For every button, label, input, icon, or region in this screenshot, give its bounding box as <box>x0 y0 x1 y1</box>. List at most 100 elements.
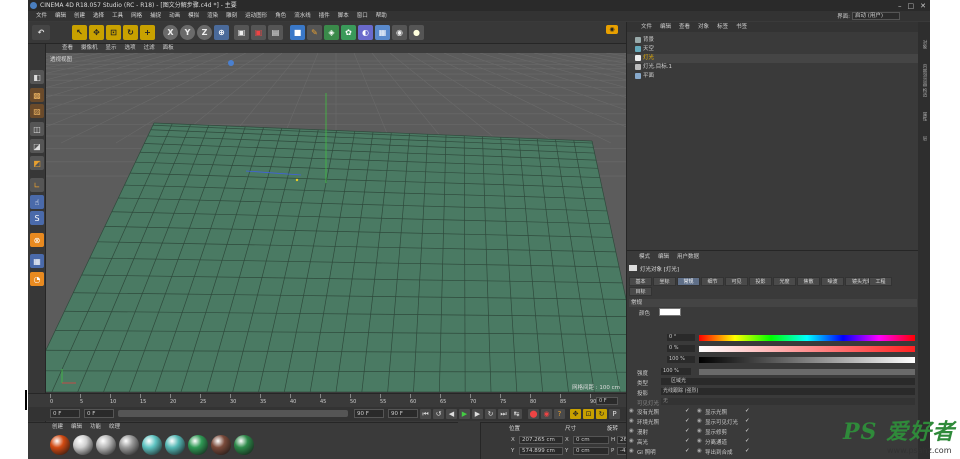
attr-tab-10[interactable]: 工程 <box>869 277 892 286</box>
lock-workplane-icon[interactable]: ⊗ <box>30 233 44 247</box>
material-ball[interactable] <box>211 435 231 455</box>
v-value[interactable]: 100 % <box>667 356 695 363</box>
material-ball[interactable] <box>119 435 139 455</box>
viewport-menu-item[interactable]: 面板 <box>159 44 178 53</box>
key-position-icon[interactable]: ✥ <box>570 409 581 419</box>
menu-item-0[interactable]: 文件 <box>32 11 51 21</box>
make-editable-icon[interactable]: ◧ <box>30 70 44 84</box>
y-axis-icon[interactable]: Y <box>180 25 195 40</box>
size-value[interactable]: 0 cm <box>573 447 609 455</box>
timeline[interactable]: 0 5 10 15 20 25 30 35 40 45 50 55 60 65 70 75 80 85 90 0 F <box>28 393 626 407</box>
menu-item-13[interactable]: 流水线 <box>290 11 315 21</box>
camera-icon[interactable]: ◉ <box>392 25 407 40</box>
deformer-icon[interactable]: ◐ <box>358 25 373 40</box>
prev-key-icon[interactable]: ↺ <box>433 409 444 419</box>
menu-item-17[interactable]: 帮助 <box>372 11 391 21</box>
add-icon[interactable]: + <box>140 25 155 40</box>
polygons-icon[interactable]: ◩ <box>30 156 44 170</box>
menu-item-8[interactable]: 模拟 <box>184 11 203 21</box>
object-row[interactable]: 灯光 <box>627 54 919 63</box>
object-menu-item[interactable]: 标签 <box>713 22 732 32</box>
x-axis-icon[interactable]: X <box>163 25 178 40</box>
menu-item-12[interactable]: 角色 <box>271 11 290 21</box>
menu-item-2[interactable]: 创建 <box>70 11 89 21</box>
attr-tab-0[interactable]: 基本 <box>629 277 652 286</box>
menu-item-15[interactable]: 脚本 <box>334 11 353 21</box>
snap-icon[interactable]: S <box>30 211 44 225</box>
solo-icon[interactable]: ◔ <box>30 272 44 286</box>
pen-icon[interactable]: ✎ <box>307 25 322 40</box>
start-frame-field[interactable]: 0 F <box>50 409 80 418</box>
menu-item-16[interactable]: 窗口 <box>353 11 372 21</box>
material-menu-item[interactable]: 纹理 <box>105 423 124 432</box>
next-frame-icon[interactable]: ▶ <box>472 409 483 419</box>
material-ball[interactable] <box>50 435 70 455</box>
option-check-right[interactable]: ✓ <box>745 418 750 424</box>
object-row[interactable]: 灯光.目标.1 <box>627 63 919 72</box>
prev-frame-icon[interactable]: ◀ <box>446 409 457 419</box>
option-check-right[interactable]: ✓ <box>745 408 750 414</box>
menu-item-11[interactable]: 运动图形 <box>241 11 271 21</box>
option-check-left[interactable]: ✓ <box>685 428 690 434</box>
object-menu-item[interactable]: 书签 <box>732 22 751 32</box>
auto-key-icon[interactable]: ◉ <box>541 409 552 419</box>
position-value[interactable]: 574.899 cm <box>519 447 563 455</box>
side-tab-0[interactable]: 对象 <box>920 40 928 49</box>
position-value[interactable]: 207.265 cm <box>519 436 563 444</box>
option-check-right[interactable]: ✓ <box>745 428 750 434</box>
menu-item-10[interactable]: 雕刻 <box>222 11 241 21</box>
material-menu-item[interactable]: 编辑 <box>67 423 86 432</box>
value-slider[interactable] <box>699 357 915 363</box>
object-row[interactable]: 天空 <box>627 45 919 54</box>
rotate-icon[interactable]: ↻ <box>123 25 138 40</box>
attribute-menu-item[interactable]: 用户数据 <box>673 253 703 262</box>
object-menu-item[interactable]: 文件 <box>637 22 656 32</box>
attr-tab-3[interactable]: 细节 <box>701 277 724 286</box>
current-frame-field[interactable]: 0 F <box>84 409 114 418</box>
material-ball[interactable] <box>234 435 254 455</box>
goto-end-icon[interactable]: ⏭ <box>498 409 509 419</box>
attr-tab-2[interactable]: 常规 <box>677 277 700 286</box>
material-ball[interactable] <box>96 435 116 455</box>
preview-end-field[interactable]: 90 F <box>388 409 418 418</box>
end-frame-field[interactable]: 90 F <box>354 409 384 418</box>
viewport-menu-item[interactable]: 查看 <box>58 44 77 53</box>
layout-icon[interactable]: ◉ <box>606 25 618 34</box>
interface-dropdown[interactable]: 启动 (用户) <box>852 12 900 20</box>
key-rotation-icon[interactable]: ↻ <box>596 409 607 419</box>
material-ball[interactable] <box>142 435 162 455</box>
menu-item-1[interactable]: 编辑 <box>51 11 70 21</box>
render-picture-icon[interactable]: ▣ <box>251 25 266 40</box>
menu-item-9[interactable]: 渲染 <box>203 11 222 21</box>
menu-item-14[interactable]: 插件 <box>315 11 334 21</box>
visible-light-dropdown[interactable]: 无 <box>661 398 915 405</box>
render-settings-icon[interactable]: ▤ <box>268 25 283 40</box>
undo-icon[interactable]: ↶ <box>32 25 50 40</box>
side-tab-3[interactable]: 属性 <box>920 112 928 121</box>
attr-tab-7[interactable]: 焦散 <box>797 277 820 286</box>
type-dropdown[interactable]: 区域光 <box>661 378 915 385</box>
move-icon[interactable]: ✥ <box>89 25 104 40</box>
object-row[interactable]: 背景 <box>627 36 919 45</box>
array-icon[interactable]: ✿ <box>341 25 356 40</box>
key-param-icon[interactable]: P <box>609 409 620 419</box>
material-ball[interactable] <box>165 435 185 455</box>
record-key-icon[interactable]: ⬤ <box>528 409 539 419</box>
option-check-right[interactable]: ✓ <box>745 448 750 454</box>
texture-mode-icon[interactable]: ▩ <box>30 88 44 102</box>
timeline-frame-field[interactable]: 0 F <box>596 397 618 405</box>
s-value[interactable]: 0 % <box>667 345 695 352</box>
viewport-menu-item[interactable]: 摄像机 <box>77 44 102 53</box>
attr-tab-6[interactable]: 光度 <box>773 277 796 286</box>
shadow-dropdown[interactable]: 光线跟踪 (强烈) <box>661 388 915 395</box>
goto-start-icon[interactable]: ⏮ <box>420 409 431 419</box>
points-icon[interactable]: ◫ <box>30 122 44 136</box>
planar-icon[interactable]: ▦ <box>30 254 44 268</box>
option-check-left[interactable]: ✓ <box>685 448 690 454</box>
menu-item-5[interactable]: 网格 <box>127 11 146 21</box>
object-row[interactable]: 平面 <box>627 72 919 81</box>
option-check-left[interactable]: ✓ <box>685 408 690 414</box>
attr-tab-8[interactable]: 噪波 <box>821 277 844 286</box>
attr-tab-4[interactable]: 可见 <box>725 277 748 286</box>
loop-icon[interactable]: ↹ <box>511 409 522 419</box>
